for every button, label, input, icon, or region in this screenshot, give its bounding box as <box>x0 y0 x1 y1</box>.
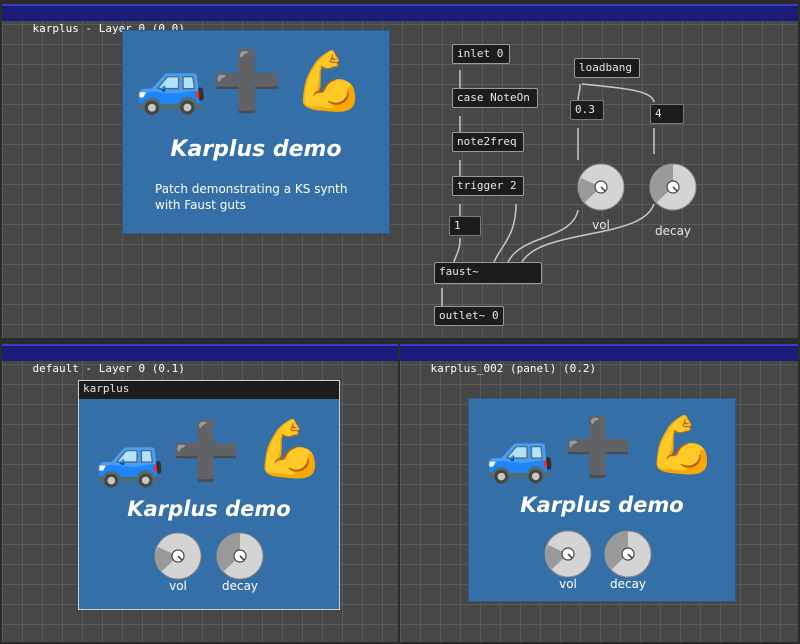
decay-knob-label: decay <box>654 224 692 238</box>
vol-knob[interactable] <box>543 529 593 579</box>
decay-knob-label: decay <box>609 577 647 591</box>
bottom-right-title: karplus_002 (panel) (0.2) <box>430 362 597 375</box>
loadbang-object[interactable]: loadbang <box>574 58 640 78</box>
bottom-right-titlebar[interactable]: karplus_002 (panel) (0.2) <box>400 344 798 375</box>
karplus-subpatch-box[interactable]: karplus 🚙 ➕ 💪 Karplus demo vol decay <box>78 380 340 610</box>
karplus-subpatch-title: karplus <box>79 381 339 399</box>
trigger-object[interactable]: trigger 2 <box>452 176 524 196</box>
note2freq-object[interactable]: note2freq <box>452 132 524 152</box>
plus-emoji-icon: ➕ <box>171 419 241 484</box>
vol-knob[interactable] <box>153 531 203 581</box>
inlet-object[interactable]: inlet 0 <box>452 44 510 64</box>
bottom-right-pane: karplus_002 (panel) (0.2) 🚙 ➕ 💪 Karplus … <box>400 344 798 642</box>
muscle-emoji-icon: 💪 <box>255 417 325 482</box>
faust-object[interactable]: faust~ <box>434 262 542 284</box>
bottom-left-titlebar[interactable]: default - Layer 0 (0.1) <box>2 344 398 375</box>
case-noteon-object[interactable]: case NoteOn <box>452 88 538 108</box>
plus-emoji-icon: ➕ <box>563 415 633 480</box>
vol-knob[interactable] <box>576 162 626 212</box>
number-box-1[interactable]: 1 <box>449 216 481 236</box>
muscle-emoji-icon: 💪 <box>647 413 717 478</box>
subpatch-panel-title: Karplus demo <box>127 497 291 521</box>
number-box-vol[interactable]: 0.3 <box>570 100 604 120</box>
bottom-left-title: default - Layer 0 (0.1) <box>32 362 185 375</box>
vol-knob-label: vol <box>592 218 610 232</box>
car-emoji-icon: 🚙 <box>95 425 165 490</box>
decay-knob[interactable] <box>648 162 698 212</box>
top-pane: karplus - Layer 0 (0.0) 🚙 ➕ 💪 Karplus de… <box>2 4 798 338</box>
outlet-object[interactable]: outlet~ 0 <box>434 306 504 326</box>
bottom-left-pane: default - Layer 0 (0.1) karplus 🚙 ➕ 💪 Ka… <box>2 344 398 642</box>
vol-knob-label: vol <box>169 579 187 593</box>
decay-knob[interactable] <box>215 531 265 581</box>
karplus-panel-view[interactable]: 🚙 ➕ 💪 Karplus demo vol decay <box>468 398 736 602</box>
car-emoji-icon: 🚙 <box>485 421 555 486</box>
decay-knob[interactable] <box>603 529 653 579</box>
panel-view-title: Karplus demo <box>520 493 684 517</box>
number-box-decay[interactable]: 4 <box>650 104 684 124</box>
vol-knob-label: vol <box>559 577 577 591</box>
decay-knob-label: decay <box>221 579 259 593</box>
